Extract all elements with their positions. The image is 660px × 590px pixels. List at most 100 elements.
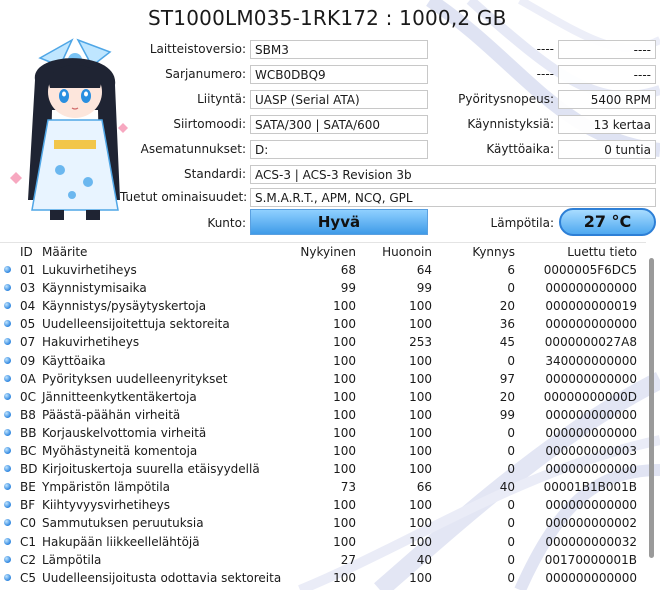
attribute-current: 68 [340, 263, 356, 277]
attribute-threshold: 20 [499, 299, 515, 314]
scrollbar-thumb[interactable] [649, 258, 654, 558]
attribute-raw-value: 000000000000 [545, 425, 637, 440]
status-dot-icon [4, 392, 11, 400]
status-dot-icon [4, 356, 11, 364]
table-row[interactable]: 09 Käyttöaika 100 100 0 340000000000 [0, 352, 646, 370]
table-row[interactable]: BE Ympäristön lämpötila 73 66 40 00001B1B001B [0, 478, 646, 496]
status-dot-icon [4, 519, 11, 527]
attribute-id: 04 [20, 299, 36, 314]
attribute-worst: 100 [409, 498, 432, 513]
attribute-threshold: 0 [507, 570, 515, 585]
attribute-name: Pyörityksen uudelleenyritykset [42, 371, 228, 386]
attribute-name: Uudelleensijoitusta odottavia sektoreita [42, 570, 282, 585]
table-row[interactable]: 0C Jännitteenkytkentäkertoja 100 100 20 00000… [0, 388, 646, 406]
attribute-name: Jännitteenkytkentäkertoja [42, 389, 197, 404]
attribute-raw-value: 000000000000 [545, 407, 637, 422]
table-row[interactable]: 05 Uudelleensijoitettuja sektoreita 100 100… [0, 315, 646, 333]
table-row[interactable]: 03 Käynnistymisaika 99 99 0 000000000000 [0, 279, 646, 297]
table-row[interactable]: C5 Uudelleensijoitusta odottavia sektorei… [0, 569, 646, 587]
attribute-threshold: 45 [499, 335, 515, 350]
status-dot-icon [4, 555, 11, 563]
drive-letter-value: D: [250, 140, 428, 159]
serial-label: Sarjanumero: [165, 67, 246, 81]
unknown-value-2: ---- [558, 65, 656, 84]
attribute-current: 27 [340, 552, 356, 567]
attribute-id: 0C [20, 389, 37, 404]
attribute-name: Korjauskelvottomia virheitä [42, 425, 207, 440]
status-dot-icon [4, 338, 11, 346]
attribute-name: Myöhästyneitä komentoja [42, 444, 198, 458]
table-row[interactable]: C2 Lämpötila 27 40 0 00170000001B [0, 551, 646, 569]
attribute-id: C5 [20, 570, 37, 585]
status-dot-icon [4, 501, 11, 509]
attribute-raw-value: 000000000002 [545, 516, 637, 531]
attribute-id: BB [20, 425, 37, 440]
status-dot-icon [4, 284, 11, 292]
attribute-raw-value: 0000005F6DC5 [543, 263, 637, 277]
attribute-name: Käyttöaika [42, 353, 106, 368]
attribute-current: 100 [333, 534, 356, 549]
table-row[interactable]: 07 Hakuvirhetiheys 100 253 45 0000000027A8 [0, 333, 646, 351]
column-header-current[interactable]: Nykyinen [300, 243, 356, 261]
attribute-raw-value: 000000000000 [545, 317, 637, 332]
status-dot-icon [4, 410, 11, 418]
table-row[interactable]: BB Korjauskelvottomia virheitä 100 100 0 0000… [0, 424, 646, 442]
attribute-name: Hakuvirhetiheys [42, 335, 140, 350]
health-status-button[interactable]: Hyvä [250, 209, 428, 235]
features-label: Tuetut ominaisuudet: [120, 190, 248, 204]
column-header-raw-value[interactable]: Luettu tieto [567, 243, 637, 261]
attribute-threshold: 0 [507, 425, 515, 440]
power-on-hours-label: Käyttöaika: [486, 142, 554, 156]
table-row[interactable]: C0 Sammutuksen peruutuksia 100 100 0 00000000… [0, 514, 646, 532]
column-header-worst[interactable]: Huonoin [382, 243, 432, 261]
attribute-worst: 100 [409, 425, 432, 440]
attribute-threshold: 97 [499, 371, 515, 386]
transfer-mode-label: Siirtomoodi: [173, 117, 246, 131]
table-row[interactable]: BF Kiihtyvyysvirhetiheys 100 100 0 0000000000… [0, 496, 646, 514]
attribute-id: 03 [20, 281, 36, 296]
attribute-current: 100 [333, 498, 356, 513]
table-row[interactable]: 0A Pyörityksen uudelleenyritykset 100 100 97… [0, 370, 646, 388]
attribute-current: 100 [333, 425, 356, 440]
attribute-id: 09 [20, 353, 36, 368]
drive-letter-label: Asematunnukset: [140, 142, 246, 156]
attribute-raw-value: 000000000000 [545, 498, 637, 513]
table-scrollbar[interactable] [648, 258, 656, 590]
status-dot-icon [4, 537, 11, 545]
firmware-label: Laitteistoversio: [149, 42, 246, 56]
attribute-threshold: 0 [507, 498, 515, 513]
attribute-threshold: 40 [499, 480, 515, 495]
column-header-threshold[interactable]: Kynnys [472, 243, 515, 261]
unknown-value-1: ---- [558, 40, 656, 59]
table-row[interactable]: 04 Käynnistys/pysäytyskertoja 100 100 20 0000… [0, 297, 646, 315]
attribute-current: 100 [333, 389, 356, 404]
attribute-threshold: 0 [507, 534, 515, 549]
interface-label: Liityntä: [197, 92, 246, 106]
attribute-raw-value: 0000000027A8 [544, 335, 637, 350]
attribute-raw-value: 00001B1B001B [543, 480, 637, 495]
column-header-attribute[interactable]: Määrite [42, 243, 87, 261]
table-row[interactable]: B8 Päästä-päähän virheitä 100 100 99 00000000… [0, 406, 646, 424]
column-header-id[interactable]: ID [20, 243, 33, 261]
table-row[interactable]: 01 Lukuvirhetiheys 68 64 6 0000005F6DC5 [0, 261, 646, 279]
attribute-raw-value: 00000000000D [543, 389, 637, 404]
table-row[interactable]: BC Myöhästyneitä komentoja 100 100 0 00000000… [0, 442, 646, 460]
attribute-id: C0 [20, 516, 37, 531]
attribute-threshold: 36 [499, 317, 515, 332]
attribute-id: BE [20, 480, 36, 495]
unknown-label-2: ---- [536, 67, 554, 81]
attribute-name: Kirjoituskertoja suurella etäisyydellä [42, 462, 260, 477]
attribute-worst: 100 [409, 389, 432, 404]
attribute-raw-value: 00170000001B [544, 552, 637, 567]
attribute-current: 100 [333, 317, 356, 332]
power-on-hours-value: 0 tuntia [558, 140, 656, 159]
attribute-threshold: 0 [507, 462, 515, 477]
attribute-worst: 100 [409, 462, 432, 477]
temperature-button[interactable]: 27 °C [559, 208, 656, 236]
attribute-worst: 64 [416, 263, 432, 277]
table-row[interactable]: BD Kirjoituskertoja suurella etäisyydellä… [0, 460, 646, 478]
attribute-raw-value: 000000000032 [545, 534, 637, 549]
attribute-worst: 100 [409, 353, 432, 368]
table-row[interactable]: C1 Hakupään liikkeellelähtöjä 100 100 0 00000… [0, 533, 646, 551]
power-on-count-label: Käynnistyksiä: [467, 117, 554, 131]
